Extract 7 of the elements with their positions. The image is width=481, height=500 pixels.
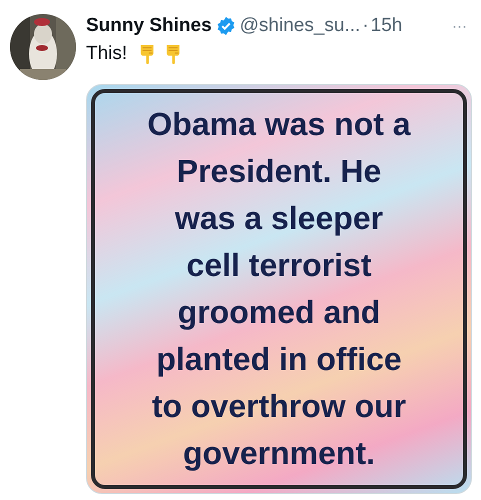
user-handle: @shines_su... xyxy=(240,15,360,37)
image-caption-text: Obama was not a President. He was a sleeper cell terrorist groomed and planted in office to overthrow our government. xyxy=(147,105,411,473)
author-name: Sunny Shines xyxy=(86,15,212,37)
separator-dot: · xyxy=(362,15,369,37)
post-text: This! xyxy=(86,43,128,65)
post-time: 15h xyxy=(370,15,402,37)
more-button[interactable]: ··· xyxy=(448,18,471,34)
